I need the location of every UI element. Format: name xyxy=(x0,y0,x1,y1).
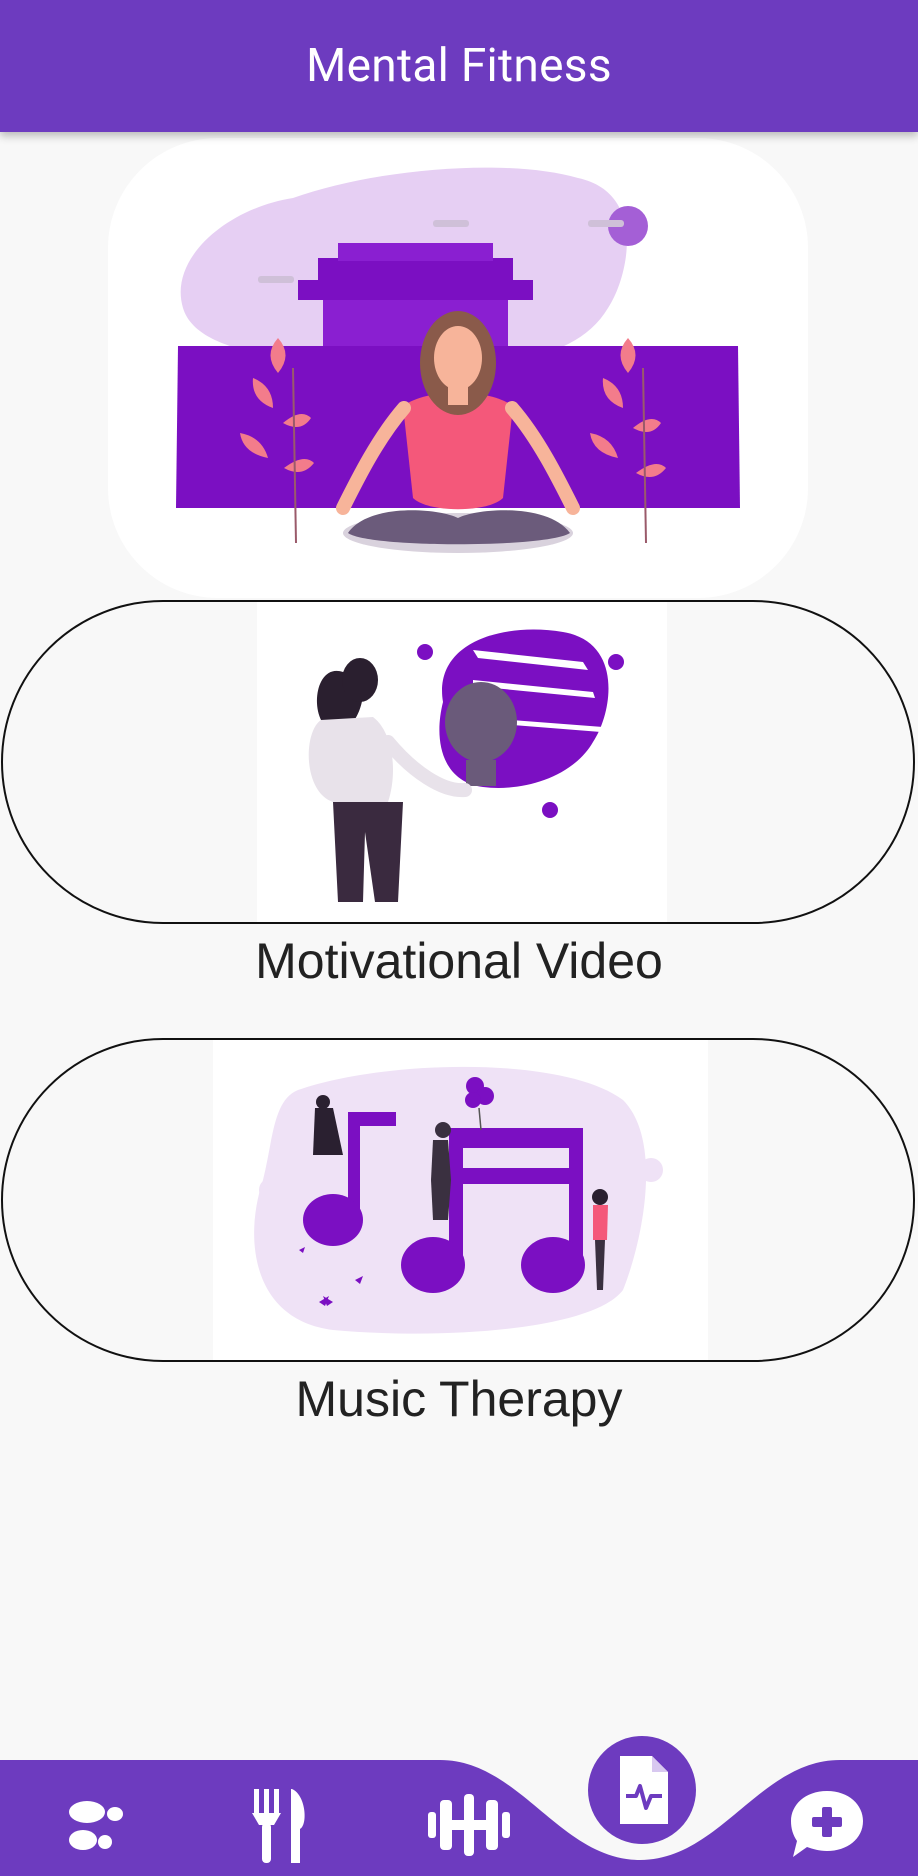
medical-report-icon xyxy=(620,1756,668,1824)
nav-mental-health-button[interactable] xyxy=(588,1736,696,1844)
motivational-illustration xyxy=(308,629,624,902)
fork-knife-icon xyxy=(252,1789,305,1863)
nav-steps-button[interactable] xyxy=(52,1780,142,1870)
nav-diet-button[interactable] xyxy=(232,1780,322,1870)
nav-fitness-button[interactable] xyxy=(424,1780,514,1870)
music-therapy-label[interactable]: Music Therapy xyxy=(0,1370,918,1428)
music-therapy-card[interactable] xyxy=(1,1038,915,1362)
motivational-video-card[interactable] xyxy=(1,600,915,924)
footprints-icon xyxy=(69,1801,123,1850)
nav-chat-button[interactable] xyxy=(782,1780,872,1870)
app-bar: Mental Fitness xyxy=(0,0,918,132)
dumbbell-icon xyxy=(428,1794,510,1856)
chat-plus-icon xyxy=(791,1791,863,1857)
motivational-video-label[interactable]: Motivational Video xyxy=(0,932,918,990)
bottom-navigation xyxy=(0,1736,918,1876)
meditation-illustration xyxy=(176,167,740,553)
page-title: Mental Fitness xyxy=(306,39,612,93)
music-illustration xyxy=(254,1066,663,1334)
meditation-card[interactable] xyxy=(108,138,808,598)
